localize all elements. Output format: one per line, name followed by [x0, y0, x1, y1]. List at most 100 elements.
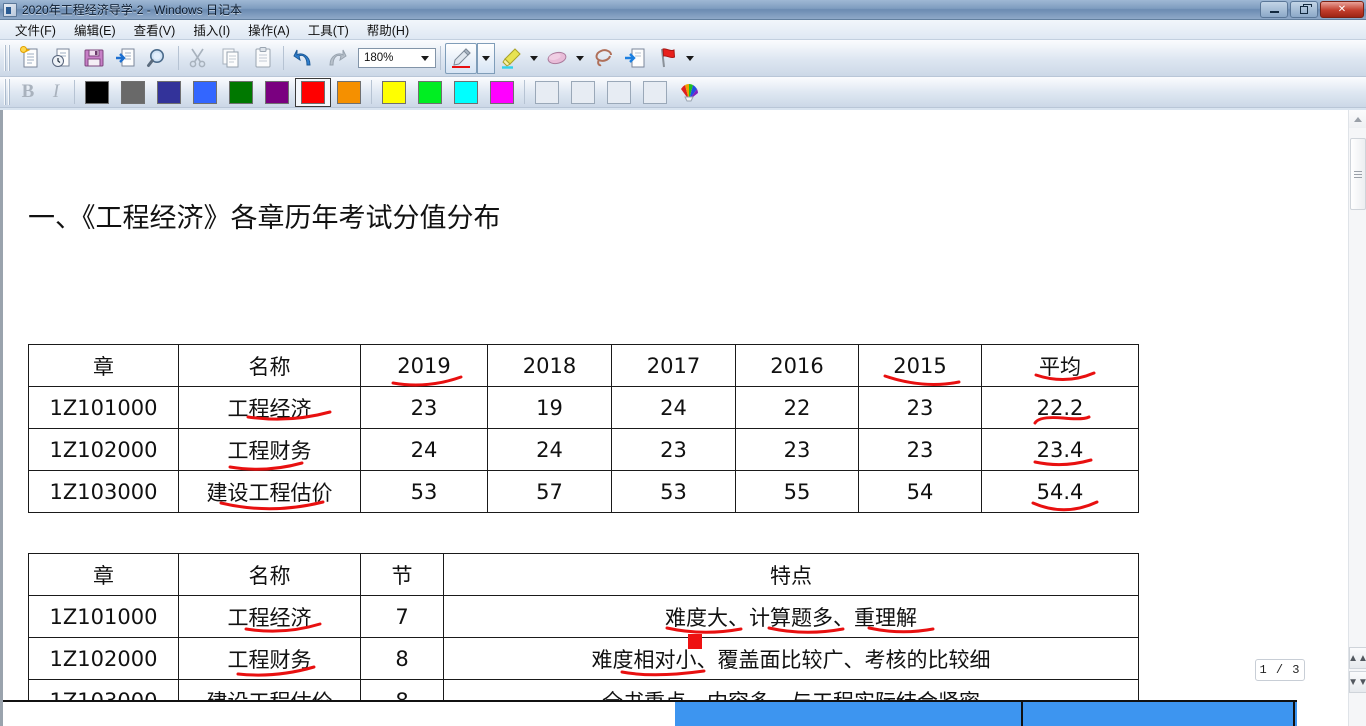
cell-average-label: 22.2	[1036, 395, 1084, 420]
arrow-up-icon	[1354, 116, 1362, 122]
undo-button[interactable]	[288, 43, 320, 74]
import-button[interactable]	[110, 43, 142, 74]
menu-help[interactable]: 帮助(H)	[358, 19, 418, 40]
eraser-options-dropdown[interactable]	[573, 43, 587, 74]
cell-2016: 23	[735, 428, 859, 471]
cell-name: 建设工程估价	[178, 470, 361, 513]
save-button[interactable]	[78, 43, 110, 74]
bottom-blue-bar	[675, 700, 1297, 726]
cell-name: 工程财务	[178, 637, 361, 680]
cell-2017: 53	[611, 470, 736, 513]
cell-name-label: 建设工程估价	[206, 480, 333, 505]
insert-space-button[interactable]	[619, 43, 651, 74]
close-icon: ✕	[1337, 4, 1347, 15]
cell-chapter: 1Z101000	[28, 386, 179, 429]
find-button[interactable]	[142, 43, 174, 74]
color-lime-icon	[418, 80, 442, 104]
cell-2019: 24	[360, 428, 488, 471]
menu-tools[interactable]: 工具(T)	[299, 19, 358, 40]
custom-color-slot-2[interactable]	[565, 78, 601, 107]
new-note-button[interactable]	[14, 43, 46, 74]
menu-file[interactable]: 文件(F)	[6, 19, 65, 40]
next-page-button[interactable]: ▼▼	[1348, 671, 1366, 693]
cell-chapter: 1Z102000	[28, 428, 179, 471]
clipboard-icon	[255, 47, 271, 68]
bold-button[interactable]: B	[14, 79, 42, 106]
pen-options-dropdown[interactable]	[477, 42, 495, 74]
app-icon	[3, 2, 17, 17]
scissors-icon	[189, 48, 206, 68]
menu-actions[interactable]: 操作(A)	[239, 19, 299, 40]
color-swatch-orange[interactable]	[331, 78, 367, 107]
document-canvas[interactable]: 一、《工程经济》各章历年考试分值分布 章 名称 2019 2018 2017 2…	[0, 110, 1366, 726]
color-green-icon	[229, 80, 253, 104]
custom-color-slot-4[interactable]	[637, 78, 673, 107]
vertical-scrollbar[interactable]: ▲▲ ▼▼	[1348, 110, 1366, 726]
italic-button[interactable]: I	[42, 79, 70, 106]
th-section: 节	[360, 553, 444, 596]
copy-button[interactable]	[215, 43, 247, 74]
eraser-tool-button[interactable]	[541, 43, 573, 74]
color-swatch-black[interactable]	[79, 78, 115, 107]
page-title: 一、《工程经济》各章历年考试分值分布	[28, 203, 501, 234]
insert-space-icon	[625, 48, 645, 68]
custom-color-slot-1[interactable]	[529, 78, 565, 107]
color-swatch-blue[interactable]	[187, 78, 223, 107]
cell-2019: 23	[360, 386, 488, 429]
paste-button[interactable]	[247, 43, 279, 74]
color-magenta-icon	[490, 80, 514, 104]
restore-icon	[1300, 3, 1312, 14]
color-blue-icon	[193, 80, 217, 104]
format-toolbar-grip[interactable]	[4, 79, 11, 105]
redo-button[interactable]	[320, 43, 352, 74]
color-picker-button[interactable]	[673, 77, 705, 108]
empty-swatch-icon	[643, 80, 667, 104]
menu-insert[interactable]: 插入(I)	[184, 19, 239, 40]
highlighter-options-dropdown[interactable]	[527, 43, 541, 74]
menu-view[interactable]: 查看(V)	[125, 19, 185, 40]
toolbar-separator-3	[440, 46, 441, 70]
toolbar-separator-2	[283, 46, 284, 70]
cut-button[interactable]	[183, 43, 215, 74]
toolbar-grip[interactable]	[4, 45, 11, 71]
color-swatch-navy[interactable]	[151, 78, 187, 107]
th-chapter: 章	[28, 553, 179, 596]
ink-cursor-marker	[687, 633, 702, 649]
color-swatch-cyan[interactable]	[448, 78, 484, 107]
previous-page-button[interactable]: ▲▲	[1348, 647, 1366, 669]
minimize-button[interactable]	[1260, 1, 1288, 18]
zoom-combobox[interactable]: 180%	[358, 48, 436, 68]
cell-2018: 24	[487, 428, 612, 471]
title-bar: 2020年工程经济导学-2 - Windows 日记本 ✕	[0, 0, 1366, 20]
floppy-disk-icon	[84, 49, 104, 67]
import-page-icon	[116, 48, 135, 67]
highlighter-tool-button[interactable]	[495, 43, 527, 74]
color-swatch-green[interactable]	[223, 78, 259, 107]
color-swatch-lime[interactable]	[412, 78, 448, 107]
color-swatch-yellow[interactable]	[376, 78, 412, 107]
scroll-up-button[interactable]	[1349, 110, 1366, 128]
restore-button[interactable]	[1290, 1, 1318, 18]
flag-button[interactable]	[651, 43, 683, 74]
custom-color-slot-3[interactable]	[601, 78, 637, 107]
color-swatch-gray[interactable]	[115, 78, 151, 107]
format-separator-1	[74, 80, 75, 104]
th-2019-label: 2019	[397, 353, 451, 378]
color-swatch-magenta[interactable]	[484, 78, 520, 107]
lasso-select-button[interactable]	[587, 43, 619, 74]
scrollbar-thumb[interactable]	[1350, 138, 1366, 210]
color-swatch-purple[interactable]	[259, 78, 295, 107]
th-2019: 2019	[360, 344, 488, 387]
pen-tool-button[interactable]	[445, 42, 477, 74]
close-button[interactable]: ✕	[1320, 1, 1364, 18]
color-swatch-red[interactable]	[295, 77, 331, 107]
recent-notes-button[interactable]	[46, 43, 78, 74]
table-row: 1Z101000 工程经济 7 难度大、计算题多、重理解	[28, 595, 1139, 638]
cell-2016: 55	[735, 470, 859, 513]
cell-chapter: 1Z103000	[28, 470, 179, 513]
color-fan-icon	[681, 84, 698, 102]
cell-average: 22.2	[981, 386, 1139, 429]
flag-options-dropdown[interactable]	[683, 43, 697, 74]
menu-edit[interactable]: 编辑(E)	[65, 19, 125, 40]
chevron-down-icon	[530, 55, 538, 61]
